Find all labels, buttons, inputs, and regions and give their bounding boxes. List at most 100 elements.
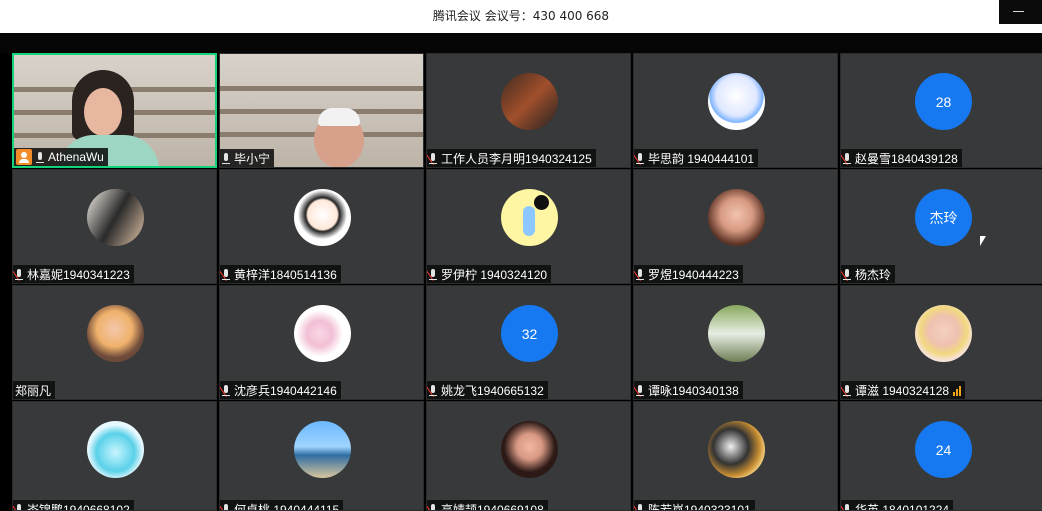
participant-name: 赵曼雪1840439128 [855,151,958,166]
participant-name: 沈彦兵1940442146 [234,383,337,398]
participant-nameplate: 工作人员李月明1940324125 [427,149,596,167]
participant-nameplate: 毕小宁 [220,149,275,167]
minimize-icon [1013,11,1024,12]
participant-tile[interactable]: 岑锦鹏1940668102 [12,401,217,511]
participant-avatar: 32 [501,305,558,362]
participant-nameplate: 沈彦兵1940442146 [220,381,341,399]
participant-tile[interactable]: 杰玲 杨杰玲 [840,169,1042,284]
microphone-icon [34,148,48,166]
participant-name: 罗煜1940444223 [648,267,739,282]
microphone-muted-icon [427,149,441,167]
participant-nameplate: 罗煜1940444223 [634,265,743,283]
participant-nameplate: 黄梓洋1840514136 [220,265,341,283]
participant-tile[interactable]: 毕小宁 [219,53,424,168]
network-signal-icon [953,384,962,396]
participant-name: 陈若岚1940323101 [648,502,751,511]
sketch-avatar [294,305,351,362]
title-bar: 腾讯会议 会议号：430 400 668 [0,0,1042,33]
microphone-muted-icon [220,381,234,399]
microphone-muted-icon [427,500,441,510]
participant-nameplate: 华英 1840101224 [841,500,954,511]
participant-tile[interactable]: 高婧颉1940669108 [426,401,631,511]
microphone-muted-icon [634,149,648,167]
participant-name: 工作人员李月明1940324125 [441,151,592,166]
mouse-cursor-icon [980,236,986,246]
participant-name: 何卓桃 1940444115 [234,502,340,511]
participant-nameplate: 高婧颉1940669108 [427,500,548,511]
microphone-muted-icon [427,265,441,283]
meeting-toolbar-strip [0,33,1042,53]
participant-grid: AthenaWu 毕小宁 工作人员李月明1940324125 毕思韵 19404… [12,53,1042,511]
microphone-muted-icon [634,265,648,283]
outdoor-avatar [708,305,765,362]
participant-name: 高婧颉1940669108 [441,502,544,511]
whale-avatar [87,421,144,478]
participant-tile[interactable]: 24 华英 1840101224 [840,401,1042,511]
participant-avatar: 24 [915,421,972,478]
participant-tile[interactable]: 32 姚龙飞1940665132 [426,285,631,400]
participant-tile[interactable]: 陈若岚1940323101 [633,401,838,511]
blonde-avatar [915,305,972,362]
participant-name: 郑丽凡 [15,383,52,398]
participant-nameplate: 姚龙飞1940665132 [427,381,548,399]
participant-nameplate: 赵曼雪1840439128 [841,149,962,167]
participant-tile[interactable]: 谭咏1940340138 [633,285,838,400]
participant-avatar: 28 [915,73,972,130]
microphone-muted-icon [841,500,855,510]
participant-tile[interactable]: 工作人员李月明1940324125 [426,53,631,168]
cartoon-avatar [294,189,351,246]
participant-name: 罗伊柠 1940324120 [441,267,548,282]
participant-nameplate: 杨杰玲 [841,265,896,283]
participant-tile[interactable]: 罗伊柠 1940324120 [426,169,631,284]
microphone-muted-icon [841,149,855,167]
participant-name: AthenaWu [48,150,104,164]
participant-nameplate: 何卓桃 1940444115 [220,500,344,511]
participant-name: 毕思韵 1940444101 [648,151,755,166]
participant-nameplate: 罗伊柠 1940324120 [427,265,552,283]
participant-tile[interactable]: 郑丽凡 [12,285,217,400]
microphone-muted-icon [220,500,234,510]
participant-name: 林嘉妮1940341223 [27,267,130,282]
participant-tile[interactable]: 沈彦兵1940442146 [219,285,424,400]
microphone-muted-icon [841,265,855,283]
participant-tile[interactable]: 何卓桃 1940444115 [219,401,424,511]
participant-name: 华英 1840101224 [855,502,950,511]
participant-nameplate: 陈若岚1940323101 [634,500,755,511]
participant-tile[interactable]: 林嘉妮1940341223 [12,169,217,284]
dog-avatar [708,421,765,478]
participant-name: 谭咏1940340138 [648,383,739,398]
microphone-muted-icon [13,265,27,283]
participant-name: 岑锦鹏1940668102 [27,502,130,511]
participant-tile[interactable]: 黄梓洋1840514136 [219,169,424,284]
participant-nameplate: 谭滋 1940324128 [841,381,966,399]
portrait-avatar [501,421,558,478]
participant-nameplate: 林嘉妮1940341223 [13,265,134,283]
participant-nameplate: 毕思韵 1940444101 [634,149,759,167]
participant-tile[interactable]: 28 赵曼雪1840439128 [840,53,1042,168]
dancer-avatar [87,189,144,246]
microphone-muted-icon [841,381,855,399]
participant-name: 黄梓洋1840514136 [234,267,337,282]
participant-tile[interactable]: 毕思韵 1940444101 [633,53,838,168]
participant-name: 姚龙飞1940665132 [441,383,544,398]
microphone-muted-icon [427,381,441,399]
car-photo-avatar [501,73,558,130]
microphone-muted-icon [220,265,234,283]
participant-tile[interactable]: AthenaWu [12,53,217,168]
illustration-avatar [501,189,558,246]
microphone-muted-icon [13,500,27,510]
minimize-button[interactable] [999,0,1042,24]
girl-avatar [87,305,144,362]
microphone-muted-icon [634,381,648,399]
participant-nameplate: 谭咏1940340138 [634,381,743,399]
participant-tile[interactable]: 罗煜1940444223 [633,169,838,284]
participant-nameplate: 郑丽凡 [13,381,56,399]
anime-avatar [708,73,765,130]
participant-nameplate: AthenaWu [14,148,108,166]
participant-name: 杨杰玲 [855,267,892,282]
participant-nameplate: 岑锦鹏1940668102 [13,500,134,511]
beach-avatar [294,421,351,478]
participant-tile[interactable]: 谭滋 1940324128 [840,285,1042,400]
host-icon [16,149,32,165]
girl-avatar [708,189,765,246]
